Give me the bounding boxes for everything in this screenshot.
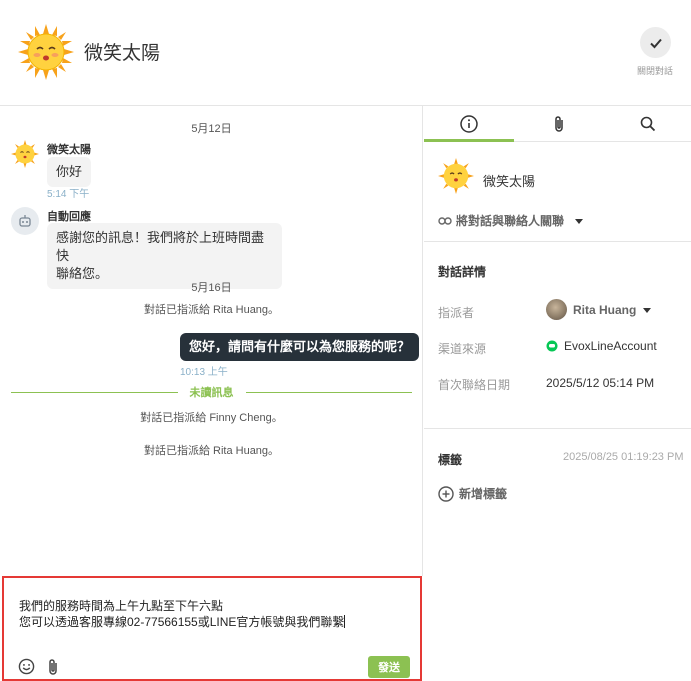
- smiley-icon: [18, 658, 35, 675]
- details-panel: 微笑太陽 將對話與聯絡人關聯 對話詳情 指派者 Rita Huang 渠道來源 …: [424, 106, 691, 681]
- link-icon: [438, 216, 452, 225]
- link-contact-label: 將對話與聯絡人關聯: [456, 214, 565, 228]
- tags-updated-time: 2025/08/25 01:19:23 PM: [563, 451, 684, 463]
- text-caret: [344, 615, 346, 628]
- robot-icon: [19, 215, 31, 227]
- sender-name: 自動回應: [47, 211, 91, 223]
- check-icon: [649, 38, 662, 48]
- assignee-dropdown[interactable]: Rita Huang: [546, 299, 652, 320]
- system-message: 對話已指派給 Rita Huang。: [143, 304, 280, 316]
- input-line: 您可以透過客服專線02-77566155或LINE官方帳號與我們聯繫: [19, 615, 345, 629]
- message-input[interactable]: 我們的服務時間為上午九點至下午六點 您可以透過客服專線02-77566155或L…: [19, 598, 346, 630]
- tab-attachments[interactable]: [514, 106, 604, 142]
- search-icon: [640, 116, 655, 132]
- emoji-button[interactable]: [18, 658, 35, 680]
- message-time: 5:14 下午: [47, 189, 90, 200]
- plus-circle-icon: [438, 485, 454, 502]
- date-separator: 5月12日: [191, 123, 232, 135]
- divider: [424, 428, 691, 429]
- unread-label: 未讀訊息: [177, 384, 246, 400]
- system-message: 對話已指派給 Finny Cheng。: [140, 412, 283, 424]
- page-title: 微笑太陽: [84, 43, 161, 64]
- sun-avatar: [18, 24, 74, 80]
- add-tag-label: 新增標籤: [459, 487, 508, 501]
- conversation-header: 微笑太陽 關閉對話: [0, 0, 691, 106]
- divider: [424, 241, 691, 242]
- sun-avatar: [11, 140, 39, 168]
- incoming-message: 你好: [47, 157, 92, 187]
- active-tab-indicator: [424, 139, 514, 142]
- message-time: 10:13 上午: [180, 367, 228, 378]
- caret-down-icon: [643, 307, 652, 313]
- first-contact-label: 首次聯絡日期: [438, 378, 511, 392]
- system-message: 對話已指派給 Rita Huang。: [143, 445, 280, 457]
- link-contact-dropdown[interactable]: 將對話與聯絡人關聯: [438, 212, 584, 229]
- paperclip-icon: [49, 659, 57, 675]
- outgoing-message: 您好，請問有什麼可以為您服務的呢？: [180, 333, 420, 361]
- unread-divider: 未讀訊息: [11, 384, 412, 400]
- source-value: EvoxLineAccount: [564, 339, 657, 353]
- section-title: 對話詳情: [438, 265, 487, 279]
- first-contact-value: 2025/5/12 05:14 PM: [546, 376, 655, 390]
- input-line: 我們的服務時間為上午九點至下午六點: [19, 599, 224, 613]
- message-composer[interactable]: 我們的服務時間為上午九點至下午六點 您可以透過客服專線02-77566155或L…: [2, 576, 422, 681]
- contact-name: 微笑太陽: [483, 174, 536, 189]
- panel-tabs: [424, 106, 691, 142]
- tab-search[interactable]: [604, 106, 691, 142]
- avatar: [546, 299, 567, 320]
- send-button[interactable]: 發送: [368, 656, 410, 678]
- source-label: 渠道來源: [438, 342, 487, 356]
- attach-button[interactable]: [46, 658, 60, 681]
- line-icon: [546, 340, 558, 352]
- date-separator: 5月16日: [191, 282, 232, 294]
- add-tag-button[interactable]: 新增標籤: [438, 485, 507, 502]
- sun-avatar: [438, 158, 474, 194]
- sender-name: 微笑太陽: [47, 144, 91, 156]
- close-conversation-label: 關閉對話: [636, 66, 673, 76]
- assignee-value: Rita Huang: [573, 302, 637, 317]
- chat-messages[interactable]: 5月12日 微笑太陽 你好 5:14 下午 自動回應 感謝您的訊息！我們將於上班…: [0, 106, 423, 576]
- assignee-label: 指派者: [438, 306, 475, 320]
- info-icon: [460, 115, 478, 133]
- message-line: 感謝您的訊息！我們將於上班時間盡快: [56, 230, 265, 263]
- caret-down-icon: [575, 218, 584, 224]
- close-conversation-button[interactable]: [640, 27, 671, 58]
- paperclip-icon: [555, 116, 563, 132]
- section-title: 標籤: [438, 453, 463, 467]
- tab-info[interactable]: [424, 106, 514, 142]
- source-value-row: EvoxLineAccount: [546, 339, 657, 353]
- bot-avatar: [11, 207, 39, 235]
